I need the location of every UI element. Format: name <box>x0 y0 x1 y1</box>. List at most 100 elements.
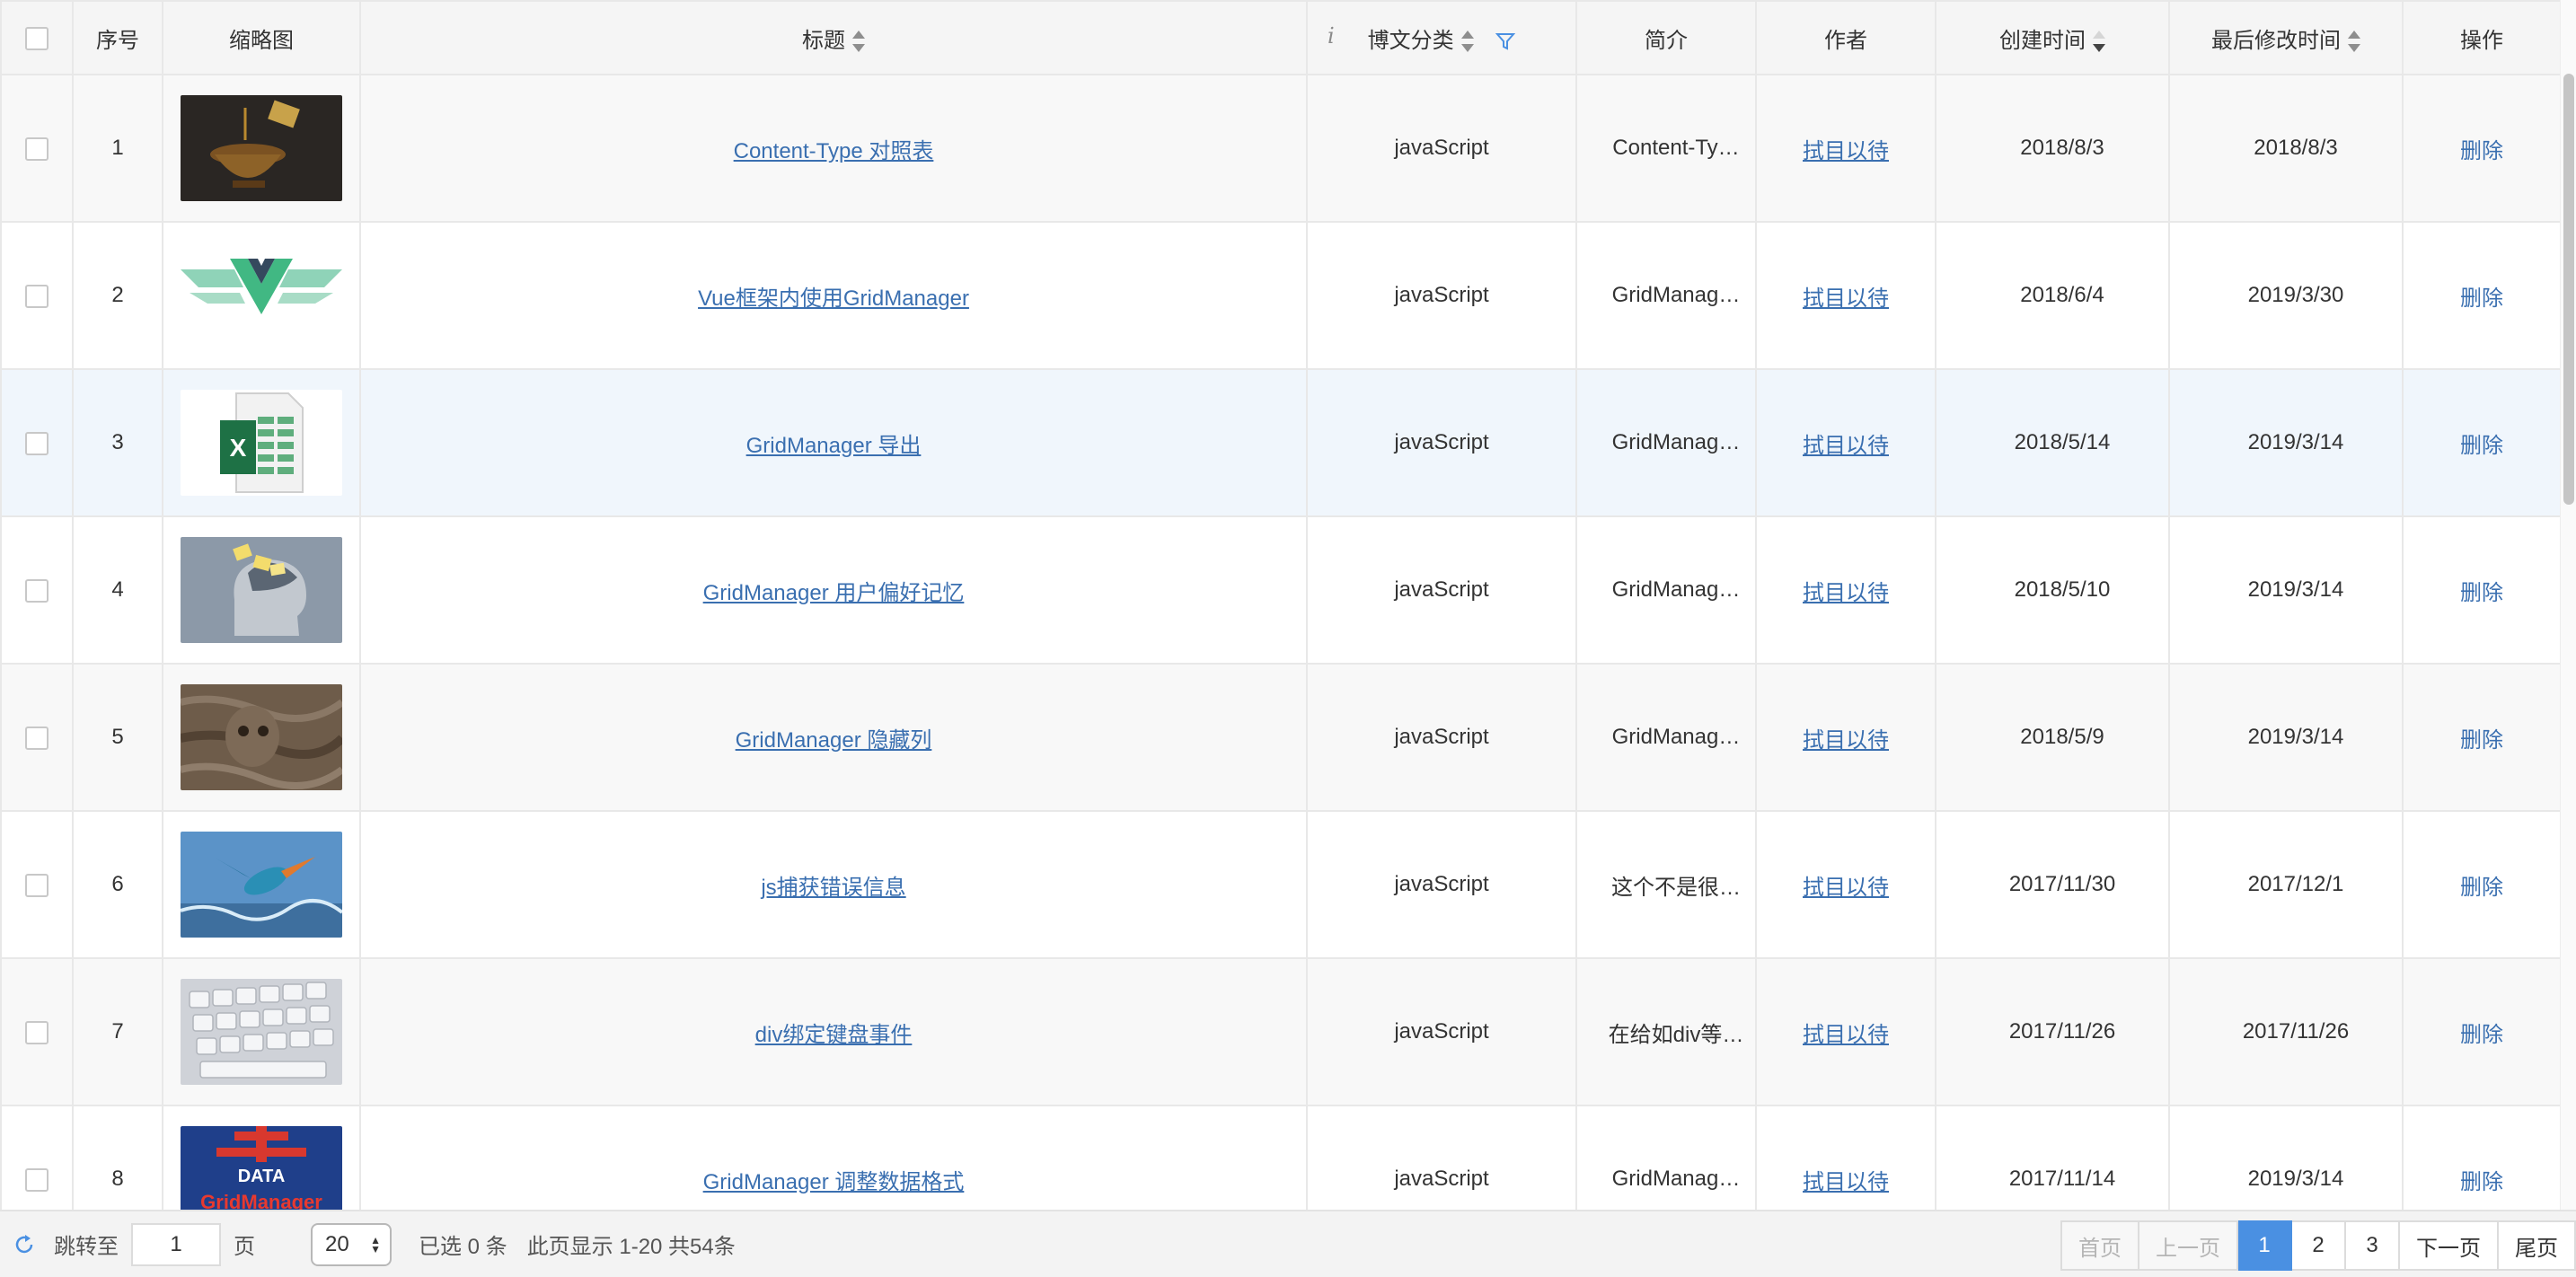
author-cell[interactable]: 拭目以待 <box>1755 810 1936 959</box>
author-link[interactable]: 拭目以待 <box>1803 876 1889 900</box>
sort-arrows-icon[interactable] <box>852 30 865 53</box>
delete-link[interactable]: 删除 <box>2460 728 2503 753</box>
filter-icon[interactable] <box>1495 31 1516 51</box>
title-cell[interactable]: Vue框架内使用GridManager <box>359 221 1308 370</box>
page-button-3[interactable]: 3 <box>2346 1220 2400 1271</box>
category-cell: javaScript <box>1306 957 1577 1106</box>
table-row[interactable]: 2 Vue框架内使用GridManager javaScript GridMan… <box>0 221 2562 370</box>
title-link[interactable]: div绑定键盘事件 <box>755 1023 913 1047</box>
author-link[interactable]: 拭目以待 <box>1803 434 1889 458</box>
row-checkbox[interactable] <box>25 726 49 750</box>
page-button-1[interactable]: 1 <box>2238 1220 2292 1271</box>
sort-arrows-icon[interactable] <box>1460 30 1474 53</box>
delete-link[interactable]: 删除 <box>2460 581 2503 605</box>
row-select-cell[interactable] <box>0 810 74 959</box>
row-checkbox[interactable] <box>25 431 49 455</box>
page-button-2[interactable]: 2 <box>2292 1220 2346 1271</box>
author-link[interactable]: 拭目以待 <box>1803 286 1889 311</box>
author-link[interactable]: 拭目以待 <box>1803 728 1889 753</box>
title-cell[interactable]: GridManager 调整数据格式 <box>359 1105 1308 1210</box>
delete-link[interactable]: 删除 <box>2460 434 2503 458</box>
title-link[interactable]: GridManager 调整数据格式 <box>703 1170 965 1194</box>
prev-page-button[interactable]: 上一页 <box>2139 1220 2238 1271</box>
row-select-cell[interactable] <box>0 74 74 223</box>
title-link[interactable]: Content-Type 对照表 <box>734 139 934 163</box>
goto-page-input[interactable] <box>131 1222 221 1266</box>
row-checkbox[interactable] <box>25 873 49 897</box>
author-cell[interactable]: 拭目以待 <box>1755 368 1936 517</box>
action-cell[interactable]: 删除 <box>2402 368 2562 517</box>
row-select-cell[interactable] <box>0 515 74 665</box>
table-row[interactable]: 6 js捕获错误信息 javaScript 这个不是很… 拭目以待 2017/1… <box>0 810 2562 959</box>
author-cell[interactable]: 拭目以待 <box>1755 221 1936 370</box>
author-cell[interactable]: 拭目以待 <box>1755 1105 1936 1210</box>
author-cell[interactable]: 拭目以待 <box>1755 663 1936 812</box>
action-cell[interactable]: 删除 <box>2402 515 2562 665</box>
next-page-button[interactable]: 下一页 <box>2400 1220 2499 1271</box>
row-select-cell[interactable] <box>0 368 74 517</box>
author-link[interactable]: 拭目以待 <box>1803 1170 1889 1194</box>
action-cell[interactable]: 删除 <box>2402 663 2562 812</box>
title-link[interactable]: Vue框架内使用GridManager <box>698 286 969 311</box>
pager: 首页 上一页 1 2 3 下一页 尾页 <box>2060 1220 2576 1271</box>
title-link[interactable]: GridManager 导出 <box>746 434 922 458</box>
header-title[interactable]: 标题 <box>359 0 1308 75</box>
row-checkbox[interactable] <box>25 1020 49 1044</box>
action-cell[interactable]: 删除 <box>2402 810 2562 959</box>
page-size-select[interactable]: 20 ▲ ▼ <box>311 1222 392 1266</box>
row-checkbox[interactable] <box>25 137 49 161</box>
delete-link[interactable]: 删除 <box>2460 286 2503 311</box>
row-select-cell[interactable] <box>0 957 74 1106</box>
author-link[interactable]: 拭目以待 <box>1803 581 1889 605</box>
last-page-button[interactable]: 尾页 <box>2499 1220 2576 1271</box>
row-checkbox[interactable] <box>25 284 49 308</box>
row-select-cell[interactable] <box>0 1105 74 1210</box>
select-all-checkbox[interactable] <box>25 26 49 50</box>
table-row[interactable]: 4 GridManager 用户偏好记忆 javaScript GridMana… <box>0 515 2562 665</box>
scrollbar-thumb[interactable] <box>2563 74 2574 505</box>
delete-link[interactable]: 删除 <box>2460 1023 2503 1047</box>
title-link[interactable]: js捕获错误信息 <box>761 876 905 900</box>
action-cell[interactable]: 删除 <box>2402 221 2562 370</box>
action-cell[interactable]: 删除 <box>2402 957 2562 1106</box>
table-row[interactable]: 7 div绑定键盘事件 javaScript 在给如div等… 拭目以待 201… <box>0 957 2562 1106</box>
summary-text: 这个不是很… <box>1611 875 1741 900</box>
header-category[interactable]: i 博文分类 <box>1306 0 1577 75</box>
table-row[interactable]: 8 DATA GridManager GridManager 调整数据格式 ja… <box>0 1105 2562 1210</box>
title-cell[interactable]: GridManager 导出 <box>359 368 1308 517</box>
info-icon[interactable]: i <box>1328 23 1335 48</box>
title-link[interactable]: GridManager 隐藏列 <box>736 728 932 753</box>
title-cell[interactable]: Content-Type 对照表 <box>359 74 1308 223</box>
first-page-button[interactable]: 首页 <box>2060 1220 2139 1271</box>
author-cell[interactable]: 拭目以待 <box>1755 957 1936 1106</box>
author-link[interactable]: 拭目以待 <box>1803 139 1889 163</box>
title-cell[interactable]: GridManager 隐藏列 <box>359 663 1308 812</box>
title-cell[interactable]: div绑定键盘事件 <box>359 957 1308 1106</box>
row-checkbox[interactable] <box>25 578 49 603</box>
author-cell[interactable]: 拭目以待 <box>1755 515 1936 665</box>
title-cell[interactable]: js捕获错误信息 <box>359 810 1308 959</box>
vertical-scrollbar[interactable] <box>2560 0 2576 1210</box>
author-link[interactable]: 拭目以待 <box>1803 1023 1889 1047</box>
delete-link[interactable]: 删除 <box>2460 1170 2503 1194</box>
header-modified[interactable]: 最后修改时间 <box>2168 0 2404 75</box>
table-row[interactable]: 5 GridManager 隐藏列 javaScript GridManag… <box>0 663 2562 812</box>
sort-arrows-icon[interactable] <box>2348 30 2360 53</box>
row-select-cell[interactable] <box>0 221 74 370</box>
delete-link[interactable]: 删除 <box>2460 139 2503 163</box>
delete-link[interactable]: 删除 <box>2460 876 2503 900</box>
table-row[interactable]: 3 X GridManager 导出 javaScript GridManag…… <box>0 368 2562 517</box>
title-cell[interactable]: GridManager 用户偏好记忆 <box>359 515 1308 665</box>
sort-desc-icon[interactable] <box>2093 30 2105 53</box>
title-link[interactable]: GridManager 用户偏好记忆 <box>703 581 965 605</box>
action-cell[interactable]: 删除 <box>2402 1105 2562 1210</box>
refresh-icon[interactable] <box>13 1233 36 1256</box>
header-created[interactable]: 创建时间 <box>1935 0 2170 75</box>
row-select-cell[interactable] <box>0 663 74 812</box>
author-cell[interactable]: 拭目以待 <box>1755 74 1936 223</box>
table-row[interactable]: 1 Content-Type 对照表 javaScript Content-Ty… <box>0 74 2562 223</box>
row-checkbox[interactable] <box>25 1167 49 1192</box>
action-cell[interactable]: 删除 <box>2402 74 2562 223</box>
category-cell: javaScript <box>1306 74 1577 223</box>
header-select-all[interactable] <box>0 0 74 75</box>
